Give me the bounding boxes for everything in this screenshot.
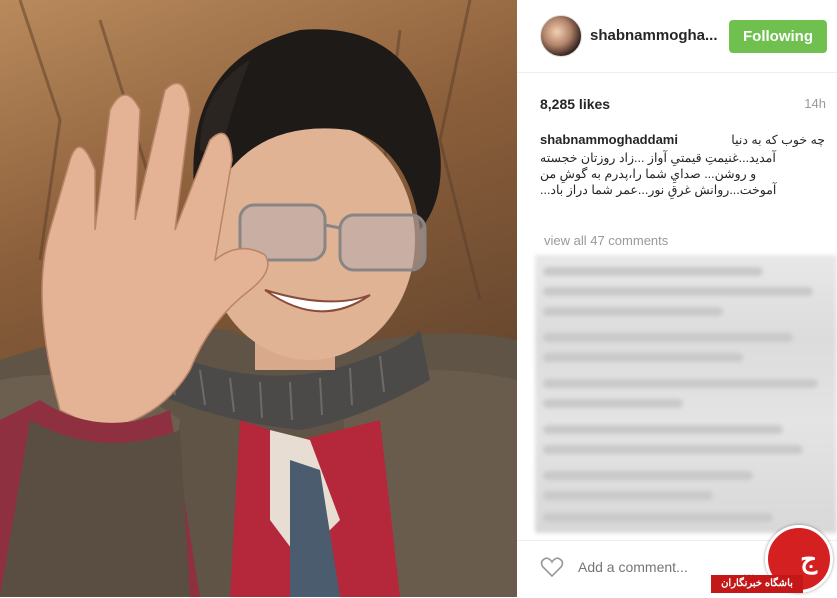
blurred-line	[543, 353, 743, 362]
blurred-line	[543, 287, 813, 296]
watermark-glyph-icon: ج	[800, 544, 817, 574]
caption-text: آمدید...غنیمتِ قیمتیِ آواز ...زاد روزتان…	[540, 151, 777, 197]
heart-icon[interactable]	[540, 556, 564, 578]
blurred-line	[543, 491, 713, 500]
avatar[interactable]	[540, 15, 582, 57]
blurred-line	[543, 307, 723, 316]
post-details-pane: shabnammogha... Following 8,285 likes 14…	[517, 0, 837, 597]
blurred-line	[543, 425, 783, 434]
likes-count[interactable]: 8,285 likes	[540, 96, 610, 112]
blurred-line	[543, 379, 818, 388]
view-all-comments-link[interactable]: view all 47 comments	[544, 233, 668, 248]
caption-text-line1: چه خوب که به دنیا	[731, 133, 825, 147]
watermark-logo: ج باشگاه خبرنگاران	[697, 525, 837, 597]
photo-illustration	[0, 0, 517, 597]
caption-username[interactable]: shabnammoghaddami	[540, 132, 678, 148]
blurred-line	[543, 333, 793, 342]
blurred-line	[543, 471, 753, 480]
blurred-line	[543, 445, 803, 454]
post-photo[interactable]	[0, 0, 517, 597]
post-header: shabnammogha... Following	[517, 0, 837, 73]
post-time[interactable]: 14h	[804, 96, 826, 111]
following-button[interactable]: Following	[729, 20, 827, 53]
blurred-line	[543, 513, 773, 522]
post-meta: 8,285 likes 14h	[540, 96, 830, 114]
username-link[interactable]: shabnammogha...	[590, 27, 718, 44]
blurred-line	[543, 399, 683, 408]
watermark-text: باشگاه خبرنگاران	[711, 575, 803, 593]
blurred-line	[543, 267, 763, 276]
blurred-comments	[535, 255, 837, 533]
